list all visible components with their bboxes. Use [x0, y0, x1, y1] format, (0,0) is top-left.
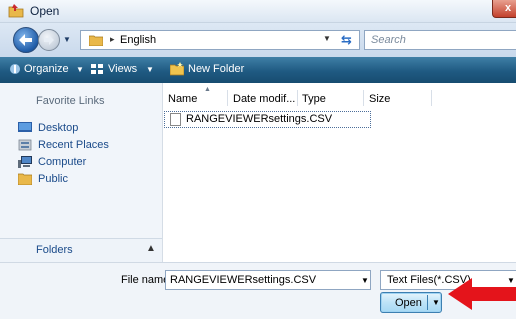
file-name-field[interactable]: RANGEVIEWERsettings.CSV ▼ [165, 270, 371, 290]
views-icon [91, 64, 103, 74]
column-header-type[interactable]: Type [302, 93, 326, 105]
sidebar-item-label: Public [38, 173, 68, 185]
search-placeholder: Search [371, 34, 406, 46]
close-button[interactable]: x [492, 0, 516, 18]
column-header-size[interactable]: Size [369, 93, 390, 105]
open-button[interactable]: Open ▼ [380, 292, 442, 313]
navigation-bar: ▼ ▸ English ▼ ⇆ Search [0, 23, 516, 57]
sidebar-item-label: Computer [38, 156, 87, 168]
recent-places-icon [18, 139, 32, 151]
column-separator[interactable] [363, 90, 364, 106]
new-folder-button[interactable]: New Folder [188, 63, 244, 75]
column-separator[interactable] [297, 90, 298, 106]
favorite-links-heading: Favorite Links [36, 95, 105, 107]
organize-dropdown-icon[interactable]: ▼ [76, 65, 84, 74]
column-separator[interactable] [227, 90, 228, 106]
folder-icon [89, 35, 103, 46]
back-arrow-icon [19, 34, 32, 46]
file-name-dropdown-icon[interactable]: ▼ [361, 276, 369, 285]
search-input[interactable]: Search [364, 30, 516, 50]
computer-icon [18, 156, 32, 168]
forward-button[interactable] [38, 29, 60, 51]
file-name-value: RANGEVIEWERsettings.CSV [170, 274, 317, 286]
sort-ascending-icon: ▲ [204, 86, 211, 93]
open-button-label: Open [395, 297, 422, 309]
breadcrumb-separator-icon[interactable]: ▸ [110, 34, 115, 45]
views-dropdown-icon[interactable]: ▼ [146, 65, 154, 74]
address-dropdown-icon[interactable]: ▼ [323, 34, 331, 43]
red-pointer-arrow-icon [448, 278, 516, 310]
split-divider [427, 295, 428, 310]
window-title: Open [30, 4, 60, 18]
file-name: RANGEVIEWERsettings.CSV [186, 113, 333, 125]
forward-arrow-icon [44, 35, 54, 45]
folders-label: Folders [36, 244, 73, 256]
file-list: ▲ Name Date modif... Type Size RANGEVIEW… [163, 83, 516, 262]
refresh-icon[interactable]: ⇆ [341, 32, 352, 48]
history-dropdown-icon[interactable]: ▼ [63, 35, 71, 44]
file-dialog-footer: File name: RANGEVIEWERsettings.CSV ▼ Tex… [0, 262, 516, 319]
title-bar: Open x [0, 0, 516, 23]
sidebar-item-label: Desktop [38, 122, 79, 134]
new-folder-icon [170, 62, 184, 76]
column-header-name[interactable]: Name [168, 93, 197, 105]
folder-icon [18, 173, 32, 185]
column-separator[interactable] [431, 90, 432, 106]
open-options-dropdown-icon[interactable]: ▼ [432, 298, 440, 307]
organize-menu[interactable]: Organize [24, 63, 69, 75]
command-toolbar: Organize ▼ Views ▼ New Folder [0, 57, 516, 83]
address-bar[interactable]: ▸ English ▼ ⇆ [80, 30, 360, 50]
list-item[interactable]: RANGEVIEWERsettings.CSV [164, 111, 371, 128]
views-menu[interactable]: Views [108, 63, 137, 75]
column-header-date-modified[interactable]: Date modif... [233, 93, 295, 105]
breadcrumb-folder[interactable]: English [120, 34, 156, 46]
open-folder-icon [8, 4, 24, 18]
folders-toggle[interactable]: Folders ▲ [0, 238, 162, 263]
desktop-icon [18, 122, 32, 132]
file-icon [170, 113, 181, 126]
back-button[interactable] [13, 27, 39, 53]
organize-icon [10, 64, 20, 74]
navigation-pane: Favorite Links Desktop Recent Places Com… [0, 83, 163, 263]
chevron-up-icon[interactable]: ▲ [146, 243, 156, 254]
sidebar-item-label: Recent Places [38, 139, 109, 151]
